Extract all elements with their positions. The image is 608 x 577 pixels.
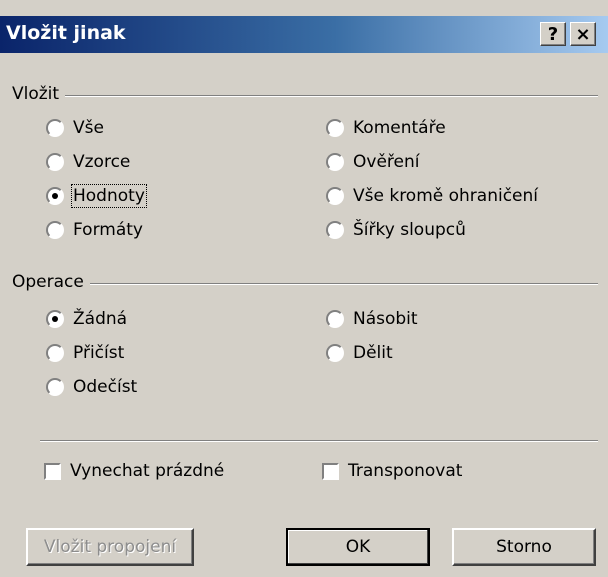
radio-label: Komentáře bbox=[353, 118, 446, 138]
radio-paste-comments[interactable]: Komentáře bbox=[326, 116, 446, 140]
radio-label: Odečíst bbox=[73, 377, 138, 397]
checkbox-skip-blanks[interactable]: Vynechat prázdné bbox=[44, 459, 224, 483]
title-bar[interactable]: Vložit jinak ? × bbox=[0, 16, 608, 53]
radio-button[interactable] bbox=[46, 378, 64, 396]
checkbox-label: Vynechat prázdné bbox=[70, 461, 225, 481]
radio-button[interactable] bbox=[326, 187, 344, 205]
radio-label: Násobit bbox=[353, 309, 418, 329]
close-button[interactable]: × bbox=[570, 22, 596, 46]
bottom-separator bbox=[40, 440, 598, 442]
radio-operation-divide[interactable]: Dělit bbox=[326, 341, 393, 365]
checkbox-label: Transponovat bbox=[348, 461, 463, 481]
radio-button[interactable] bbox=[326, 119, 344, 137]
ok-button[interactable]: OK bbox=[286, 528, 430, 566]
radio-paste-formats[interactable]: Formáty bbox=[46, 218, 143, 242]
radio-label: Vše kromě ohraničení bbox=[353, 186, 539, 206]
checkbox[interactable] bbox=[44, 462, 61, 480]
checkbox[interactable] bbox=[322, 462, 339, 480]
radio-button[interactable] bbox=[326, 221, 344, 239]
radio-operation-multiply[interactable]: Násobit bbox=[326, 307, 418, 331]
help-button[interactable]: ? bbox=[540, 22, 566, 46]
radio-button[interactable] bbox=[46, 344, 64, 362]
radio-paste-formulas[interactable]: Vzorce bbox=[46, 150, 130, 174]
radio-button[interactable] bbox=[326, 153, 344, 171]
radio-paste-column-widths[interactable]: Šířky sloupců bbox=[326, 218, 466, 242]
radio-label: Hodnoty bbox=[71, 184, 147, 208]
radio-label: Ověření bbox=[353, 152, 420, 172]
radio-operation-none[interactable]: Žádná bbox=[46, 307, 127, 331]
radio-button[interactable] bbox=[46, 153, 64, 171]
radio-label: Žádná bbox=[73, 309, 128, 329]
radio-button[interactable] bbox=[46, 119, 64, 137]
operation-group-label: Operace bbox=[12, 272, 90, 292]
radio-label: Vše bbox=[73, 118, 104, 138]
paste-group-separator bbox=[30, 95, 598, 97]
radio-paste-all-except-borders[interactable]: Vše kromě ohraničení bbox=[326, 184, 538, 208]
radio-button[interactable] bbox=[326, 310, 344, 328]
radio-paste-values[interactable]: Hodnoty bbox=[46, 184, 147, 208]
radio-paste-all[interactable]: Vše bbox=[46, 116, 104, 140]
paste-group-label: Vložit bbox=[12, 84, 66, 104]
dialog-title: Vložit jinak bbox=[6, 22, 126, 44]
radio-label: Formáty bbox=[73, 220, 143, 240]
radio-label: Přičíst bbox=[73, 343, 125, 363]
radio-label: Šířky sloupců bbox=[353, 220, 466, 240]
radio-label: Dělit bbox=[353, 343, 393, 363]
checkbox-transpose[interactable]: Transponovat bbox=[322, 459, 462, 483]
radio-button[interactable] bbox=[46, 187, 64, 205]
radio-operation-add[interactable]: Přičíst bbox=[46, 341, 124, 365]
paste-link-button[interactable]: Vložit propojení bbox=[26, 528, 194, 566]
radio-operation-subtract[interactable]: Odečíst bbox=[46, 375, 137, 399]
radio-button[interactable] bbox=[326, 344, 344, 362]
operation-group-separator bbox=[30, 283, 598, 285]
radio-button[interactable] bbox=[46, 310, 64, 328]
cancel-button[interactable]: Storno bbox=[452, 528, 596, 566]
radio-button[interactable] bbox=[46, 221, 64, 239]
radio-label: Vzorce bbox=[73, 152, 131, 172]
radio-paste-validation[interactable]: Ověření bbox=[326, 150, 419, 174]
paste-special-dialog: Vložit jinak ? × Vložit Vše Komentáře Vz… bbox=[0, 0, 608, 577]
